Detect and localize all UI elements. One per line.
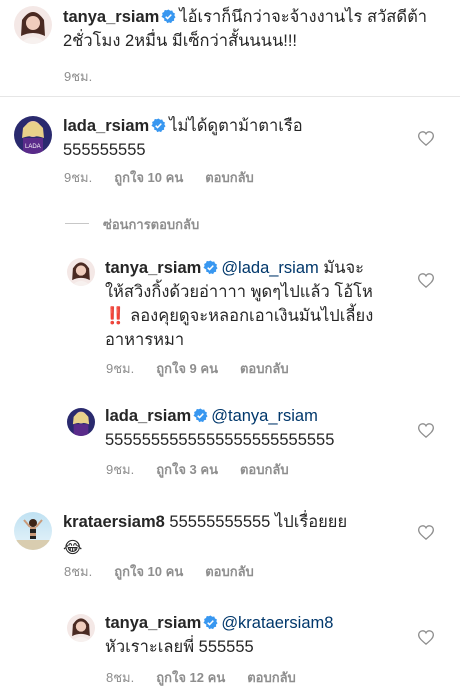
avatar-tanya[interactable] — [14, 6, 52, 44]
avatar-tanya[interactable] — [67, 258, 95, 286]
comment-likes[interactable]: ถูกใจ 10 คน — [114, 170, 183, 185]
caption-text-line1: ไอ้เราก็นึกว่าจะจ้างงานไร สวัสดีต้า — [179, 8, 428, 26]
comment-time: 8ชม. — [64, 564, 93, 579]
avatar-lada[interactable]: LADA — [14, 116, 52, 154]
heart-outline-icon[interactable] — [418, 423, 434, 438]
avatar-krataersiam8[interactable] — [14, 512, 52, 550]
verified-badge-icon — [161, 9, 176, 24]
heart-outline-icon[interactable] — [418, 630, 434, 645]
reply-mention[interactable]: @lada_rsiam — [221, 259, 318, 277]
reply-username[interactable]: tanya_rsiam — [105, 614, 201, 632]
reply-likes[interactable]: ถูกใจ 9 คน — [156, 361, 218, 376]
heart-outline-icon[interactable] — [418, 525, 434, 540]
reply-text-line2: ให้สวิงกิ้งด้วยอ่าาาา พูดๆไปแล้ว โอ้โห — [105, 283, 373, 301]
tears-of-joy-icon: 😂 — [63, 539, 83, 557]
comment-username[interactable]: lada_rsiam — [63, 117, 149, 135]
reply-text-line4: อาหารหมา — [105, 331, 185, 349]
caption-divider — [0, 96, 460, 97]
comment-text-line1: 55555555555 ไปเรื่อยยย — [169, 513, 348, 531]
comment-text-line1: ไม่ได้ดูตาม้าตาเรือ — [169, 117, 303, 135]
caption-username[interactable]: tanya_rsiam — [63, 8, 159, 26]
comment-username[interactable]: krataersiam8 — [63, 513, 165, 531]
reply-time: 9ชม. — [106, 361, 135, 376]
heart-outline-icon[interactable] — [418, 273, 434, 288]
verified-badge-icon — [151, 118, 166, 133]
svg-text:LADA: LADA — [25, 144, 41, 150]
heart-outline-icon[interactable] — [418, 131, 434, 146]
reply-username[interactable]: tanya_rsiam — [105, 259, 201, 277]
reply-text-line3: ลองคุยดูจะหลอกเอาเงินมันไปเลี้ยง — [130, 307, 374, 325]
reply-button[interactable]: ตอบกลับ — [205, 170, 254, 185]
reply-text-line1: มันจะ — [323, 259, 365, 277]
hide-replies-line — [65, 223, 89, 224]
reply-text-line2: หัวเราะเลยพี่ 555555 — [105, 638, 254, 656]
double-exclamation-icon: ‼️ — [105, 307, 126, 325]
comment-text-line2: 555555555 — [63, 141, 146, 159]
reply-time: 9ชม. — [106, 462, 135, 477]
reply-likes[interactable]: ถูกใจ 3 คน — [156, 462, 218, 477]
verified-badge-icon — [203, 260, 218, 275]
reply-button[interactable]: ตอบกลับ — [247, 670, 296, 685]
reply-button[interactable]: ตอบกลับ — [240, 361, 289, 376]
reply-likes[interactable]: ถูกใจ 12 คน — [156, 670, 225, 685]
reply-mention[interactable]: @krataersiam8 — [221, 614, 333, 632]
comment-likes[interactable]: ถูกใจ 10 คน — [114, 564, 183, 579]
hide-replies-button[interactable]: ซ่อนการตอบกลับ — [103, 214, 199, 235]
reply-button[interactable]: ตอบกลับ — [205, 564, 254, 579]
caption-text-line2: 2ชั่วโมง 2หมื่น มีเซ็กว่าสั้นนนน!!! — [63, 32, 297, 50]
avatar-tanya[interactable] — [67, 614, 95, 642]
reply-time: 8ชม. — [106, 670, 135, 685]
verified-badge-icon — [193, 408, 208, 423]
verified-badge-icon — [203, 615, 218, 630]
reply-text-line2: 5555555555555555555555555 — [105, 431, 335, 449]
avatar-lada[interactable] — [67, 408, 95, 436]
reply-username[interactable]: lada_rsiam — [105, 407, 191, 425]
comment-time: 9ชม. — [64, 170, 93, 185]
reply-mention[interactable]: @tanya_rsiam — [211, 407, 318, 425]
reply-button[interactable]: ตอบกลับ — [240, 462, 289, 477]
caption-time: 9ชม. — [64, 69, 93, 84]
